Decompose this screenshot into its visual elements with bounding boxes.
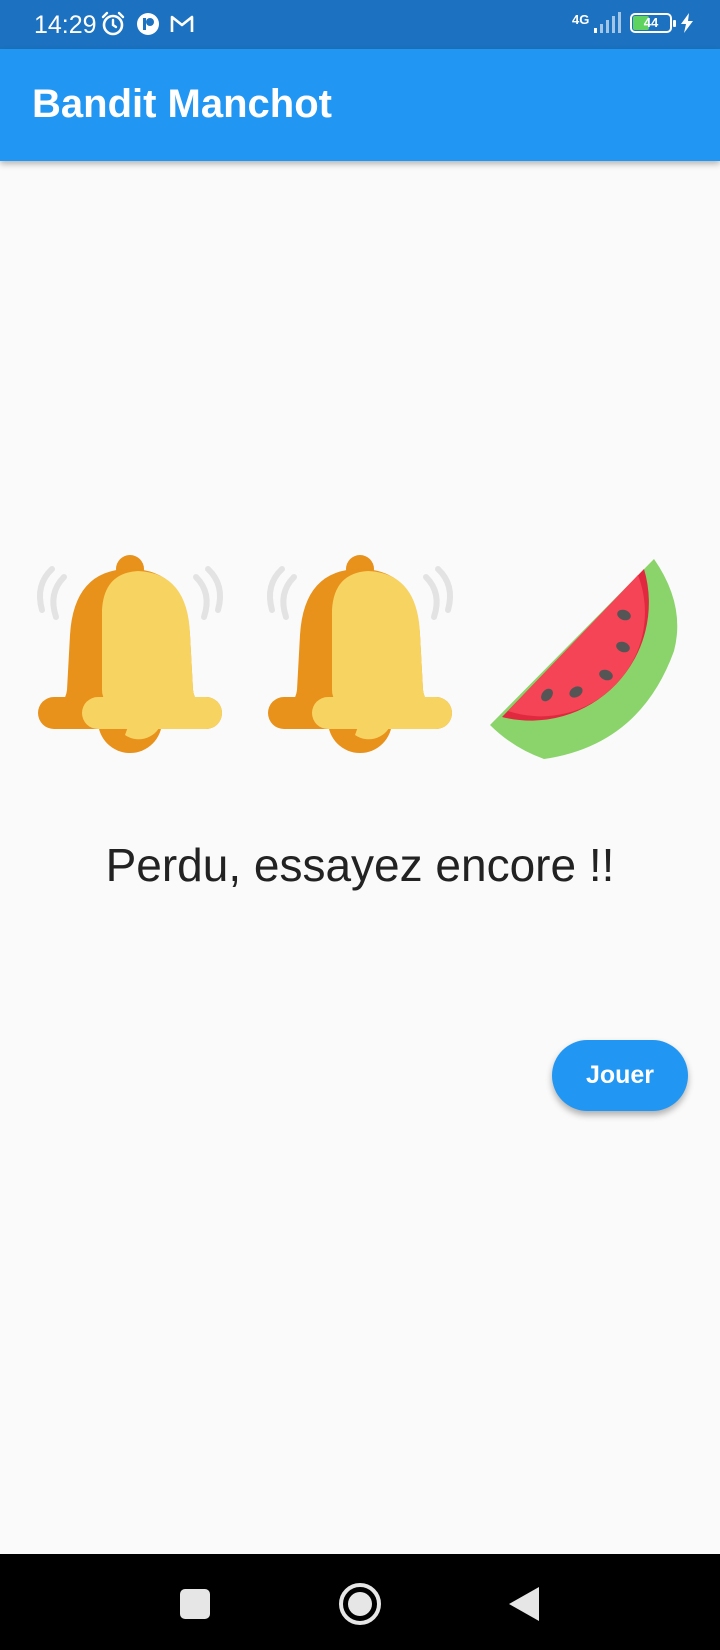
bell-icon — [37, 555, 223, 753]
gmail-icon — [170, 15, 194, 32]
app-notification-icon — [137, 13, 159, 35]
status-right-icons: 44 — [592, 12, 694, 34]
recent-apps-icon — [180, 1589, 210, 1619]
slot-reels — [0, 555, 720, 765]
battery-icon: 44 — [630, 13, 676, 33]
status-time: 14:29 — [34, 11, 97, 39]
network-type: 4G — [572, 12, 590, 27]
status-bar: 14:29 4G 44 — [0, 0, 720, 49]
play-button[interactable]: Jouer — [552, 1040, 688, 1111]
app-bar: Bandit Manchot — [0, 49, 720, 161]
battery-tip — [673, 20, 676, 27]
home-button[interactable] — [334, 1578, 386, 1630]
home-icon — [339, 1583, 381, 1625]
back-button[interactable] — [498, 1578, 550, 1630]
reel-2 — [260, 555, 460, 765]
system-nav-bar — [0, 1554, 720, 1650]
app-title: Bandit Manchot — [32, 82, 332, 126]
signal-icon — [594, 12, 621, 33]
recent-apps-button[interactable] — [169, 1578, 221, 1630]
reel-1 — [30, 555, 230, 765]
bell-icon — [267, 555, 453, 753]
battery-level-text: 44 — [643, 15, 659, 30]
charging-icon — [681, 13, 693, 33]
reel-3 — [490, 555, 690, 765]
status-left-icons — [100, 11, 194, 37]
back-icon — [509, 1587, 539, 1621]
alarm-icon — [101, 11, 125, 36]
result-message: Perdu, essayez encore !! — [105, 839, 615, 891]
watermelon-icon — [490, 559, 678, 759]
